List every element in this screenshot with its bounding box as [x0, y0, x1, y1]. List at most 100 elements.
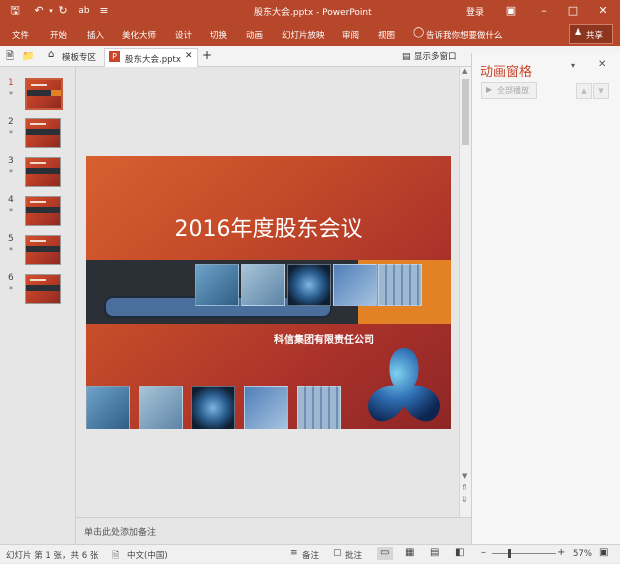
photo-bottom-3 — [191, 386, 235, 429]
ribbon-display-icon[interactable]: ▣ — [504, 4, 518, 18]
save-icon[interactable]: 🖫 — [8, 4, 22, 18]
zoom-level[interactable]: 57% — [573, 549, 592, 559]
reading-view-icon[interactable]: ▤ — [430, 547, 439, 558]
close-pane-icon[interactable]: ✕ — [598, 59, 606, 70]
thumb-number: 5 — [8, 234, 14, 244]
status-bar: 幻灯片 第 1 张，共 6 张 🗎 中文(中国) ≡ 备注 ▢ 批注 ▭ ▦ ▤… — [0, 544, 620, 563]
share-button[interactable]: ♟ 共享 — [569, 24, 613, 44]
fit-slide-icon[interactable]: ▣ — [599, 547, 608, 558]
window-title: 股东大会.pptx - PowerPoint — [254, 8, 372, 18]
tab-file[interactable]: 文件 — [12, 29, 29, 41]
tab-home[interactable]: 开始 — [50, 29, 67, 41]
redo-icon[interactable]: ↻ — [56, 4, 70, 18]
move-up-icon[interactable]: ▲ — [576, 83, 592, 99]
animation-pane-title: 动画窗格 — [480, 65, 533, 80]
spell-icon[interactable]: ab — [77, 4, 91, 18]
play-all-label: 全部播放 — [497, 86, 529, 95]
folder-icon[interactable]: 📁 — [22, 48, 34, 66]
multi-window-label[interactable]: 显示多窗口 — [414, 48, 457, 66]
lightbulb-icon: ◯ — [413, 27, 425, 38]
zoom-slider-track[interactable] — [492, 553, 556, 554]
tab-review[interactable]: 审阅 — [342, 29, 359, 41]
scroll-thumb[interactable] — [462, 79, 469, 145]
pane-options-icon[interactable]: ▾ — [571, 61, 575, 70]
thumb-number: 4 — [8, 195, 14, 205]
normal-view-icon: ▭ — [380, 547, 390, 558]
notes-pane[interactable]: 单击此处添加备注 — [76, 517, 471, 545]
tab-insert[interactable]: 插入 — [87, 29, 104, 41]
close-icon[interactable]: ✕ — [596, 4, 610, 18]
photo-mouse — [333, 264, 377, 306]
slide-counter: 幻灯片 第 1 张，共 6 张 — [6, 551, 99, 561]
play-all-button[interactable]: ▶ 全部播放 — [481, 82, 537, 99]
photo-fan — [287, 264, 331, 306]
login-link[interactable]: 登录 — [466, 5, 484, 18]
tab-template-zone[interactable]: ⌂ 模板专区 — [44, 48, 100, 64]
slide-thumbnail-6[interactable] — [25, 274, 61, 304]
share-label: 共享 — [586, 31, 604, 41]
tab-animations[interactable]: 动画 — [246, 29, 263, 41]
thumb-number: 3 — [8, 156, 14, 166]
add-tab-icon[interactable]: + — [202, 46, 212, 64]
tell-me-box[interactable]: 告诉我你想要做什么 — [426, 29, 503, 41]
title-bar: 🖫 ↶ ▾ ↻ ab ≡ 股东大会.pptx - PowerPoint 登录 ▣… — [0, 0, 620, 22]
restore-icon[interactable]: □ — [566, 4, 580, 18]
slide-thumbnail-2[interactable] — [25, 118, 61, 148]
file-tab-label: 股东大会.pptx — [125, 55, 181, 65]
comments-button[interactable]: 批注 — [345, 549, 362, 561]
slide-thumbnail-1[interactable] — [25, 78, 63, 110]
normal-view-button[interactable]: ▭ — [377, 547, 393, 560]
customize-icon[interactable]: ≡ — [97, 4, 111, 18]
photo-keyboard — [378, 264, 422, 306]
close-tab-icon[interactable]: ✕ — [185, 51, 193, 61]
thumb-anim-marker: * — [9, 285, 13, 294]
notes-button[interactable]: 备注 — [302, 549, 319, 561]
photo-bottom-2 — [139, 386, 183, 429]
thumb-anim-marker: * — [9, 129, 13, 138]
tab-slideshow[interactable]: 幻灯片放映 — [282, 29, 325, 41]
prev-slide-icon[interactable]: ⇑ — [461, 483, 468, 492]
tab-view[interactable]: 视图 — [378, 29, 395, 41]
person-icon: ♟ — [574, 28, 583, 38]
zoom-in-icon[interactable]: + — [557, 547, 565, 558]
thumb-number: 6 — [8, 273, 14, 283]
tab-current-file[interactable]: P 股东大会.pptx ✕ — [104, 48, 198, 67]
home-icon: ⌂ — [48, 49, 55, 60]
company-name[interactable]: 科信集团有限责任公司 — [274, 331, 374, 346]
slide-title[interactable]: 2016年度股东会议 — [86, 211, 451, 243]
scroll-up-icon[interactable]: ▲ — [462, 67, 467, 75]
slide-thumbnail-4[interactable] — [25, 196, 61, 226]
photo-bottom-1 — [86, 386, 130, 429]
slide-thumbnail-5[interactable] — [25, 235, 61, 265]
thumb-anim-marker: * — [9, 207, 13, 216]
notes-placeholder[interactable]: 单击此处添加备注 — [84, 525, 156, 538]
notes-icon[interactable]: ≡ — [290, 548, 298, 558]
template-tab-label: 模板专区 — [62, 53, 97, 63]
new-doc-icon[interactable]: 🗎 — [6, 48, 14, 66]
photo-bottom-5 — [297, 386, 341, 429]
next-slide-icon[interactable]: ⇓ — [461, 495, 468, 504]
zoom-slider-thumb[interactable] — [508, 549, 511, 558]
tab-beautify[interactable]: 美化大师 — [122, 29, 156, 41]
photo-bottom-4 — [244, 386, 288, 429]
ppt-file-icon: P — [109, 51, 120, 62]
slide-sorter-icon[interactable]: ▦ — [405, 547, 414, 558]
language-indicator[interactable]: 中文(中国) — [127, 549, 168, 561]
animation-pane: 动画窗格 ▾ ✕ ▶ 全部播放 ▲ ▼ — [471, 53, 620, 544]
thumb-number: 1 — [8, 78, 14, 88]
photo-server — [195, 264, 239, 306]
slideshow-icon[interactable]: ◧ — [455, 547, 464, 558]
3d-trefoil-shape — [368, 348, 440, 422]
slide-canvas[interactable]: 2016年度股东会议 科信集团有限责任公司 — [86, 156, 451, 429]
multi-window-icon[interactable]: ▤ — [402, 48, 411, 66]
zoom-out-icon[interactable]: – — [481, 547, 486, 558]
comments-icon[interactable]: ▢ — [333, 548, 342, 558]
slide-thumbnail-3[interactable] — [25, 157, 61, 187]
thumb-anim-marker: * — [9, 246, 13, 255]
move-down-icon[interactable]: ▼ — [593, 83, 609, 99]
tab-transitions[interactable]: 切换 — [210, 29, 227, 41]
tab-design[interactable]: 设计 — [175, 29, 192, 41]
play-icon: ▶ — [486, 85, 493, 94]
minimize-icon[interactable]: – — [537, 4, 551, 18]
scroll-down-icon[interactable]: ▼ — [462, 472, 467, 480]
